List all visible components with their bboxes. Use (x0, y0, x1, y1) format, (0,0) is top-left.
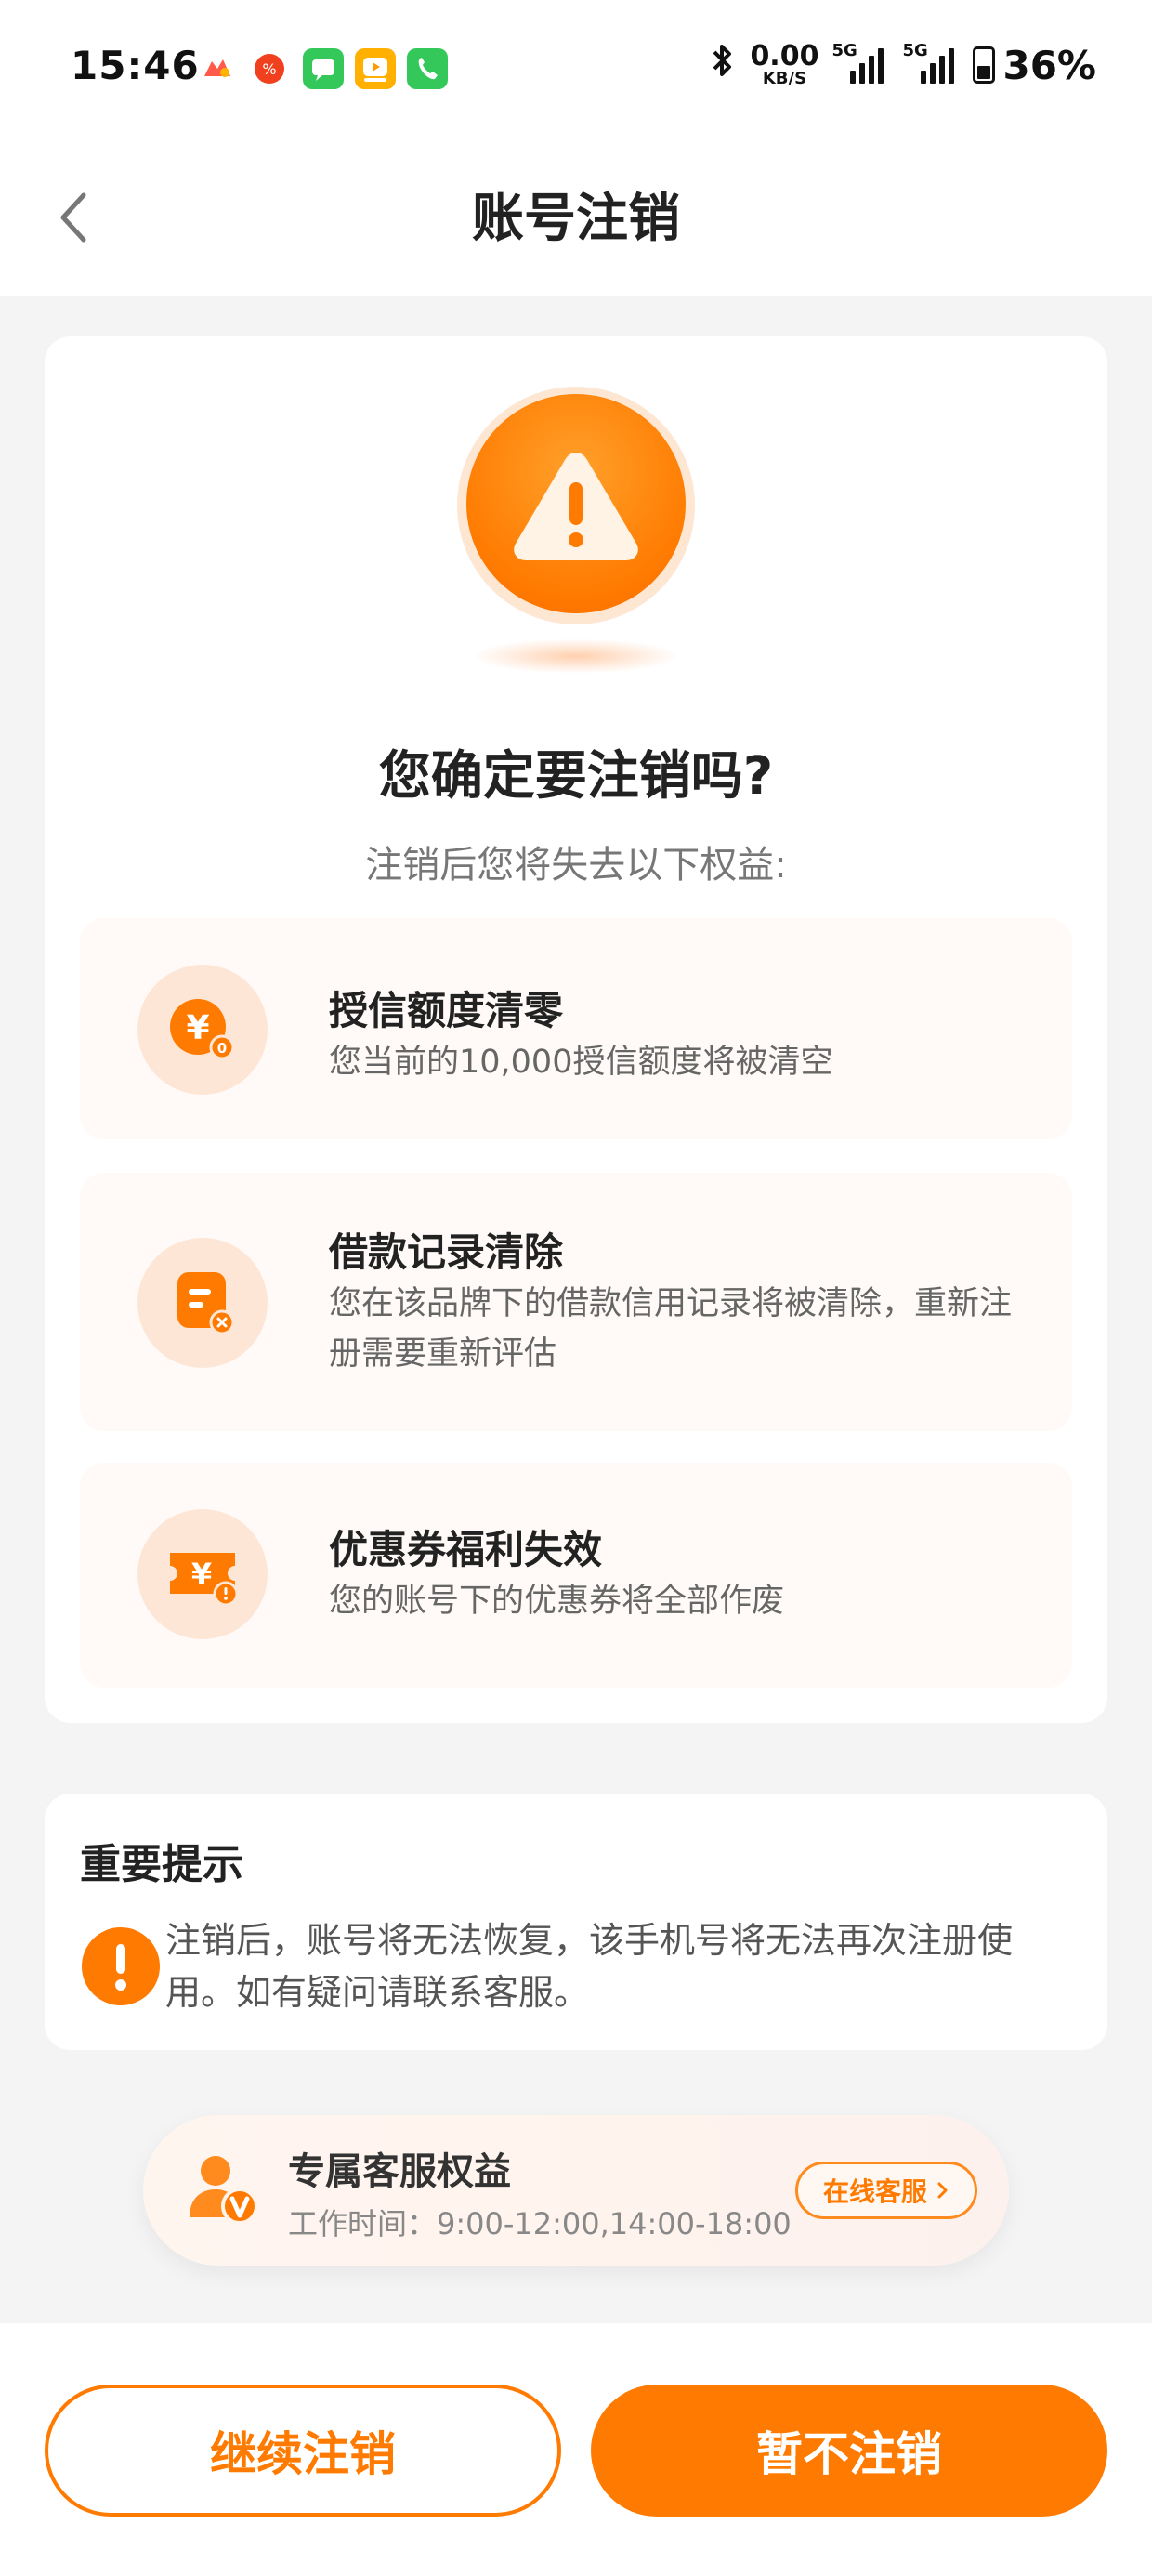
benefit-item: ¥ 优惠券福利失效 您的账号下的优惠券将全部作废 (80, 1463, 1072, 1688)
coupon-icon: ¥ (137, 1509, 268, 1639)
bluetooth-icon (709, 41, 737, 89)
benefit-item: ¥ 0 授信额度清零 您当前的10,000授信额度将被清空 (80, 918, 1072, 1139)
benefit-title: 借款记录清除 (329, 1229, 564, 1275)
promo-icon: % (253, 52, 286, 85)
game-icon (201, 52, 234, 85)
signal-5g-1: 5G (831, 41, 889, 84)
benefit-desc: 您当前的10,000授信额度将被清空 (329, 1044, 833, 1081)
benefit-title: 优惠券福利失效 (329, 1527, 603, 1572)
online-service-label: 在线客服 (822, 2176, 927, 2207)
nav-header: 账号注销 (0, 139, 1152, 296)
customer-service-icon (182, 2147, 266, 2230)
keep-account-button[interactable]: 暂不注销 (591, 2385, 1107, 2517)
notice-text: 注销后，账号将无法恢复，该手机号将无法再次注册使用。如有疑问请联系客服。 (165, 1920, 1014, 2013)
svg-text:0: 0 (217, 1040, 227, 1057)
battery-icon (973, 46, 996, 84)
warning-shadow (476, 639, 676, 673)
chevron-right-icon (937, 2182, 948, 2199)
online-service-button[interactable]: 在线客服 (795, 2162, 977, 2219)
benefit-desc: 您在该品牌下的借款信用记录将被清除，重新注册需要重新评估 (329, 1285, 1013, 1373)
status-time: 15:46 (71, 43, 200, 88)
confirm-title: 您确定要注销吗? (378, 746, 774, 807)
continue-cancel-account-button[interactable]: 继续注销 (45, 2385, 561, 2517)
status-indicators: 0.00 KB/S 5G 5G 36% (709, 41, 1096, 89)
svg-text:%: % (262, 60, 276, 78)
exclamation-icon (82, 1927, 160, 2005)
svg-text:¥: ¥ (186, 1009, 209, 1047)
battery: 36% (973, 43, 1096, 88)
confirm-subtitle: 注销后您将失去以下权益: (365, 844, 787, 887)
benefit-item: 借款记录清除 您在该品牌下的借款信用记录将被清除，重新注册需要重新评估 (80, 1173, 1072, 1431)
record-icon (137, 1238, 268, 1368)
video-icon (355, 48, 396, 89)
svg-text:¥: ¥ (191, 1557, 212, 1592)
yen-coin-icon: ¥ 0 (137, 965, 268, 1095)
warning-icon (466, 394, 686, 613)
net-speed: 0.00 KB/S (750, 40, 819, 88)
benefit-desc: 您的账号下的优惠券将全部作废 (329, 1583, 785, 1620)
page-title: 账号注销 (472, 189, 680, 249)
message-icon (303, 48, 344, 89)
phone-icon (407, 48, 448, 89)
benefit-title: 授信额度清零 (329, 988, 564, 1033)
signal-5g-2: 5G (902, 41, 960, 84)
notice-title: 重要提示 (80, 1841, 243, 1888)
customer-service-title: 专属客服权益 (288, 2150, 511, 2193)
customer-service-hours: 工作时间：9:00-12:00,14:00-18:00 (288, 2206, 792, 2241)
